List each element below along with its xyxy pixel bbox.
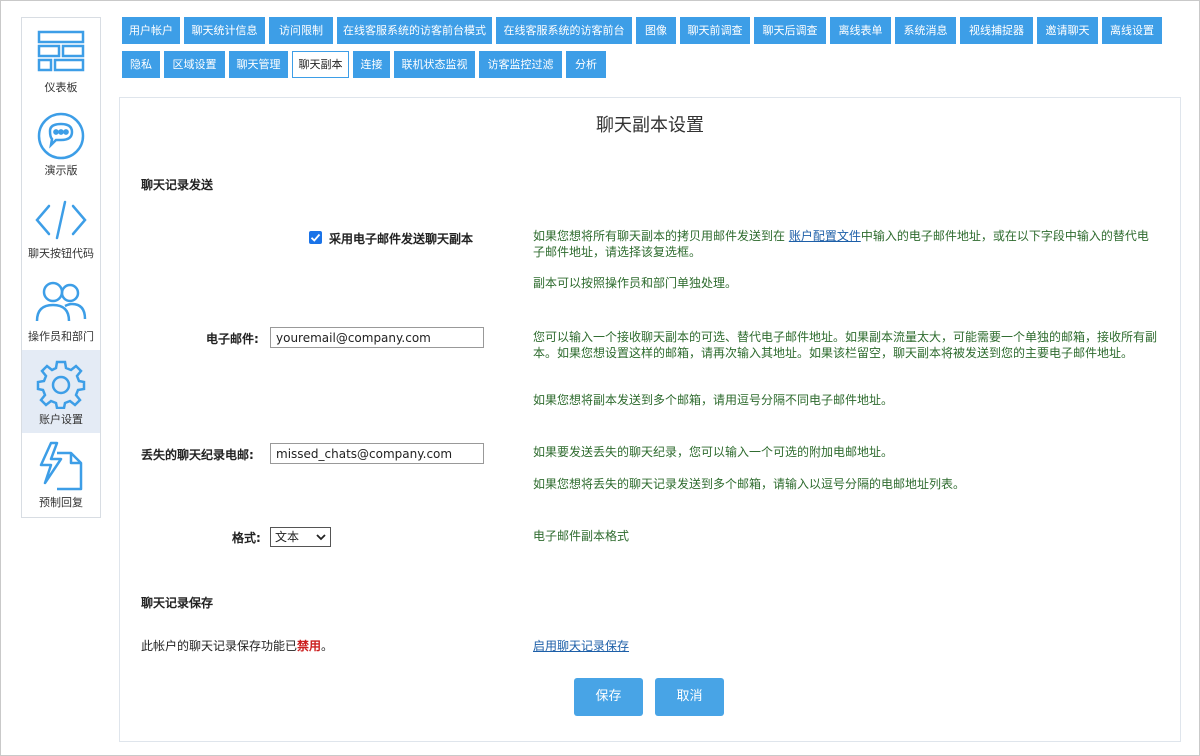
- sidebar-item-canned-replies[interactable]: 预制回复: [22, 433, 100, 516]
- tab-pre-chat-survey[interactable]: 聊天前调查: [680, 17, 750, 44]
- help-missed-chats: 如果要发送丢失的聊天纪录，您可以输入一个可选的附加电邮地址。: [533, 445, 894, 459]
- tab-visitor-monitor-filter[interactable]: 访客监控过滤: [479, 51, 562, 78]
- sidebar-item-label: 演示版: [44, 164, 78, 177]
- format-select[interactable]: 文本: [270, 527, 331, 547]
- sidebar-item-label: 账户设置: [39, 413, 83, 426]
- sidebar-item-label: 预制回复: [39, 496, 83, 509]
- gear-icon: [36, 360, 86, 409]
- email-transcripts-label[interactable]: 采用电子邮件发送聊天副本: [329, 230, 473, 247]
- tab-offline-settings[interactable]: 离线设置: [1102, 17, 1162, 44]
- format-label: 格式:: [232, 531, 261, 545]
- tab-region-settings[interactable]: 区域设置: [164, 51, 225, 78]
- tab-post-chat-survey[interactable]: 聊天后调查: [754, 17, 826, 44]
- email-transcripts-checkbox[interactable]: [309, 231, 322, 244]
- tab-invite-chat[interactable]: 邀请聊天: [1037, 17, 1098, 44]
- save-status-text: 此帐户的聊天记录保存功能已禁用。: [141, 637, 333, 654]
- chat-bubble-icon: [37, 112, 85, 160]
- help-text: 如果您想将所有聊天副本的拷贝用邮件发送到在: [533, 229, 789, 243]
- missed-chats-input[interactable]: [270, 443, 484, 464]
- email-input[interactable]: [270, 327, 484, 348]
- sidebar-item-label: 聊天按钮代码: [28, 247, 94, 260]
- code-icon: [35, 200, 87, 240]
- help-email-multiple: 如果您想将副本发送到多个邮箱，请用逗号分隔不同电子邮件地址。: [533, 393, 894, 407]
- help-per-operator: 副本可以按照操作员和部门单独处理。: [533, 276, 738, 290]
- tab-chat-transcripts[interactable]: 聊天副本: [292, 51, 349, 78]
- format-select-value: 文本: [275, 530, 300, 544]
- save-button[interactable]: 保存: [574, 678, 643, 716]
- canned-reply-icon: [39, 441, 83, 491]
- missed-chats-label: 丢失的聊天纪录电邮:: [141, 448, 254, 462]
- users-icon: [35, 281, 87, 322]
- dashboard-icon: [37, 30, 85, 72]
- help-email-transcripts: 如果您想将所有聊天副本的拷贝用邮件发送到在 账户配置文件中输入的电子邮件地址，或…: [533, 228, 1158, 260]
- tab-system-messages[interactable]: 系统消息: [895, 17, 956, 44]
- help-email: 您可以输入一个接收聊天副本的可选、替代电子邮件地址。如果副本流量太大，可能需要一…: [533, 330, 1158, 360]
- tab-eye-catcher[interactable]: 视线捕捉器: [960, 17, 1033, 44]
- email-label: 电子邮件:: [206, 332, 259, 346]
- chevron-down-icon: [316, 534, 326, 541]
- check-icon: [310, 233, 321, 242]
- cancel-button[interactable]: 取消: [655, 678, 724, 716]
- sidebar-item-label: 仪表板: [44, 81, 78, 94]
- sidebar: 仪表板 演示版 聊天按钮代码 操作员和部门 账户设置 预制回复: [21, 17, 101, 518]
- help-missed-chats-multiple: 如果您想将丢失的聊天记录发送到多个邮箱，请输入以逗号分隔的电邮地址列表。: [533, 477, 966, 491]
- tab-offline-form[interactable]: 离线表单: [830, 17, 891, 44]
- section-heading-save: 聊天记录保存: [141, 596, 214, 610]
- tab-privacy[interactable]: 隐私: [122, 51, 160, 78]
- section-heading-send: 聊天记录发送: [141, 178, 214, 192]
- tab-chat-management[interactable]: 聊天管理: [229, 51, 288, 78]
- sidebar-item-operators[interactable]: 操作员和部门: [22, 267, 100, 350]
- page-title: 聊天副本设置: [596, 115, 704, 136]
- tab-user-accounts[interactable]: 用户帐户: [122, 17, 180, 44]
- sidebar-item-dashboard[interactable]: 仪表板: [22, 18, 100, 101]
- account-profile-link[interactable]: 账户配置文件: [789, 229, 861, 243]
- tab-analytics[interactable]: 分析: [566, 51, 606, 78]
- sidebar-item-chat-button-code[interactable]: 聊天按钮代码: [22, 184, 100, 267]
- settings-panel: 聊天副本设置 聊天记录发送 采用电子邮件发送聊天副本 如果您想将所有聊天副本的拷…: [119, 97, 1181, 742]
- sidebar-item-demo[interactable]: 演示版: [22, 101, 100, 184]
- tab-images[interactable]: 图像: [636, 17, 676, 44]
- tab-online-status-monitor[interactable]: 联机状态监视: [394, 51, 475, 78]
- tab-visitor-frontend[interactable]: 在线客服系统的访客前台: [496, 17, 632, 44]
- tab-access-restrictions[interactable]: 访问限制: [269, 17, 333, 44]
- tab-chat-stats[interactable]: 聊天统计信息: [184, 17, 265, 44]
- save-status-suffix: 。: [321, 639, 334, 653]
- tab-visitor-frontend-mode[interactable]: 在线客服系统的访客前台模式: [337, 17, 492, 44]
- enable-transcript-saving-link[interactable]: 启用聊天记录保存: [533, 637, 629, 654]
- tab-connection[interactable]: 连接: [353, 51, 390, 78]
- help-format: 电子邮件副本格式: [533, 529, 630, 543]
- save-status-prefix: 此帐户的聊天记录保存功能已: [141, 639, 298, 653]
- sidebar-item-label: 操作员和部门: [28, 330, 94, 343]
- sidebar-item-account-settings[interactable]: 账户设置: [22, 350, 100, 433]
- disabled-status-badge: 禁用: [297, 639, 322, 653]
